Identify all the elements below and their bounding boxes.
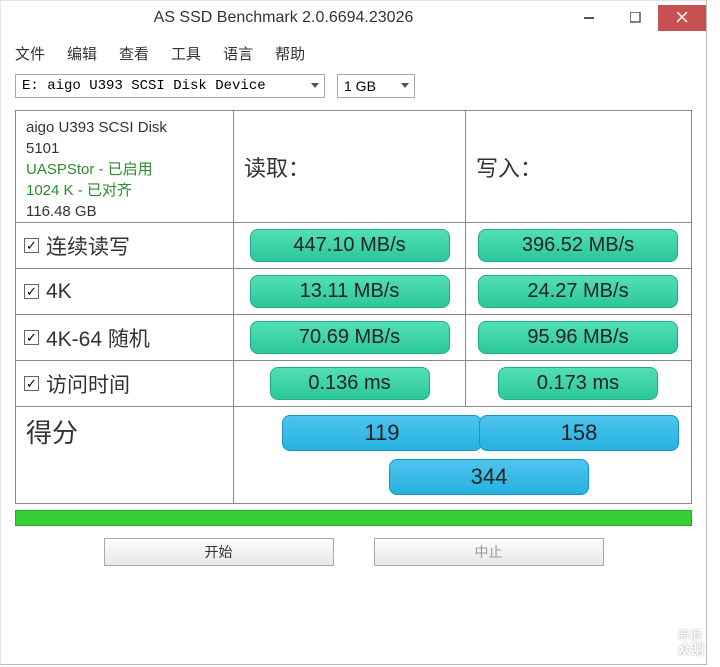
4k64-read: 70.69 MB/s xyxy=(250,321,450,354)
menu-help[interactable]: 帮助 xyxy=(275,43,305,64)
label-4k64: 4K-64 随机 xyxy=(46,323,150,353)
score-total: 344 xyxy=(389,459,589,495)
score-read: 119 xyxy=(282,415,482,451)
row-access: ✓ 访问时间 0.136 ms 0.173 ms xyxy=(16,361,691,407)
button-row: 开始 中止 xyxy=(15,538,692,566)
alignment-status: 1024 K - 已对齐 xyxy=(26,180,132,201)
abort-button: 中止 xyxy=(374,538,604,566)
header-row: aigo U393 SCSI Disk 5101 UASPStor - 已启用 … xyxy=(16,111,691,223)
label-seq: 连续读写 xyxy=(46,231,130,261)
score-label: 得分 xyxy=(16,407,234,503)
minimize-icon xyxy=(584,12,595,23)
device-name: aigo U393 SCSI Disk xyxy=(26,117,167,138)
drive-select[interactable]: E: aigo U393 SCSI Disk Device xyxy=(15,74,325,98)
4k64-write: 95.96 MB/s xyxy=(478,321,678,354)
watermark-line1: 新浪 xyxy=(678,628,704,642)
device-info: aigo U393 SCSI Disk 5101 UASPStor - 已启用 … xyxy=(16,111,234,222)
read-header: 读取： xyxy=(234,111,466,222)
row-4k64: ✓ 4K-64 随机 70.69 MB/s 95.96 MB/s xyxy=(16,315,691,361)
checkbox-access[interactable]: ✓ xyxy=(24,376,39,391)
4k-read: 13.11 MB/s xyxy=(250,275,450,308)
label-access: 访问时间 xyxy=(46,369,130,399)
write-header: 写入： xyxy=(466,111,690,222)
menu-language[interactable]: 语言 xyxy=(223,43,253,64)
access-write: 0.173 ms xyxy=(498,367,658,400)
app-window: AS SSD Benchmark 2.0.6694.23026 文件 编辑 查看… xyxy=(0,0,707,665)
seq-read: 447.10 MB/s xyxy=(250,229,450,262)
window-controls xyxy=(566,5,706,31)
start-button[interactable]: 开始 xyxy=(104,538,334,566)
maximize-icon xyxy=(630,12,641,23)
menu-tools[interactable]: 工具 xyxy=(171,43,201,64)
capacity: 116.48 GB xyxy=(26,201,97,222)
row-seq: ✓ 连续读写 447.10 MB/s 396.52 MB/s xyxy=(16,223,691,269)
progress-bar xyxy=(15,510,692,526)
close-button[interactable] xyxy=(658,5,706,31)
firmware: 5101 xyxy=(26,138,59,159)
maximize-button[interactable] xyxy=(612,5,658,31)
4k-write: 24.27 MB/s xyxy=(478,275,678,308)
row-score: 得分 119 158 344 xyxy=(16,407,691,503)
minimize-button[interactable] xyxy=(566,5,612,31)
uasp-status: UASPStor - 已启用 xyxy=(26,159,153,180)
score-write: 158 xyxy=(479,415,679,451)
close-icon xyxy=(677,12,688,23)
menu-view[interactable]: 查看 xyxy=(119,43,149,64)
label-4k: 4K xyxy=(46,280,72,304)
titlebar: AS SSD Benchmark 2.0.6694.23026 xyxy=(1,1,706,34)
menubar: 文件 编辑 查看 工具 语言 帮助 xyxy=(1,38,706,68)
score-values: 119 158 344 xyxy=(234,407,691,503)
row-4k: ✓ 4K 13.11 MB/s 24.27 MB/s xyxy=(16,269,691,315)
checkbox-4k64[interactable]: ✓ xyxy=(24,330,39,345)
checkbox-seq[interactable]: ✓ xyxy=(24,238,39,253)
size-select[interactable]: 1 GB xyxy=(337,74,415,98)
access-read: 0.136 ms xyxy=(270,367,430,400)
seq-write: 396.52 MB/s xyxy=(478,229,678,262)
menu-file[interactable]: 文件 xyxy=(15,43,45,64)
watermark-line2: 众测 xyxy=(678,642,704,658)
window-title: AS SSD Benchmark 2.0.6694.23026 xyxy=(1,9,566,27)
control-row: E: aigo U393 SCSI Disk Device 1 GB xyxy=(1,68,706,104)
results-table: aigo U393 SCSI Disk 5101 UASPStor - 已启用 … xyxy=(15,110,692,504)
watermark: 新浪 众测 xyxy=(678,628,704,658)
checkbox-4k[interactable]: ✓ xyxy=(24,284,39,299)
menu-edit[interactable]: 编辑 xyxy=(67,43,97,64)
